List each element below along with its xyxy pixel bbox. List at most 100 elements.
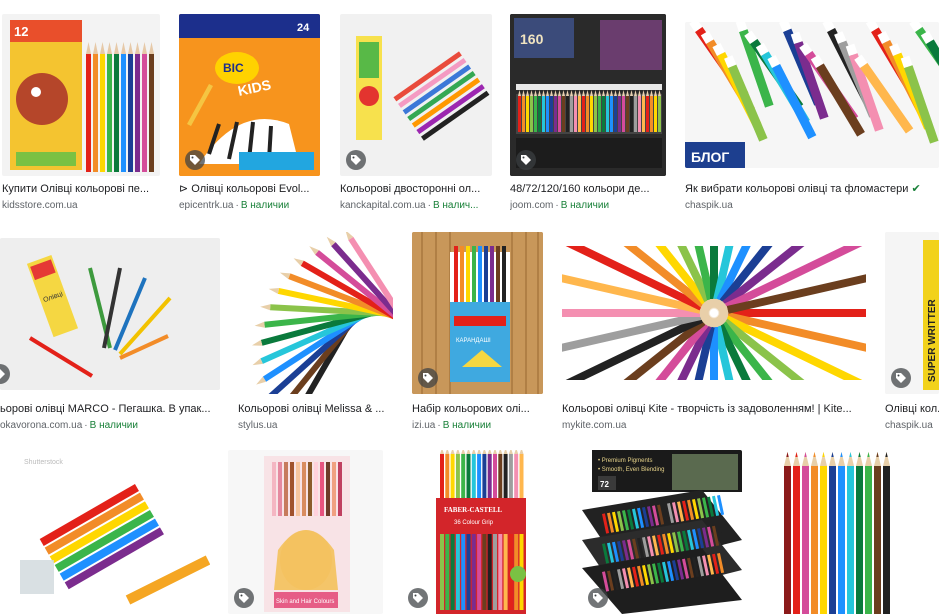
stock-status: В наличии (240, 200, 290, 211)
pencil-tin-set-image: 160 (510, 14, 666, 176)
result-thumbnail[interactable] (238, 232, 393, 394)
result-thumbnail[interactable]: 160 (510, 14, 666, 176)
result-tile[interactable]: Олівці ьорові олівці MARCO - Пегашка. В … (0, 232, 220, 432)
svg-text:SUPER WRITTER: SUPER WRITTER (927, 298, 938, 382)
shopping-tag-icon (185, 150, 205, 170)
shopping-tag-icon (418, 368, 438, 388)
result-thumbnail[interactable]: SUPER WRITTER (885, 232, 939, 394)
pencil-circle-image (562, 246, 866, 380)
result-title[interactable]: 48/72/120/160 кольори де... (510, 182, 666, 196)
source-domain: kidsstore.com.ua (2, 200, 78, 211)
svg-text:Shutterstock: Shutterstock (24, 459, 63, 466)
result-thumbnail[interactable] (562, 246, 866, 380)
result-source: izi.ua · В наличии (412, 420, 492, 431)
result-title[interactable]: Кольорові олівці Melissa & ... (238, 402, 393, 416)
result-title[interactable]: Олівці кол... (885, 402, 939, 416)
check-icon: ✔ (911, 183, 921, 195)
result-thumbnail[interactable]: Shutterstock (8, 450, 210, 614)
result-title[interactable]: ⊳ Олівці кольорові Evol... (179, 182, 320, 196)
source-domain: epicentrk.ua (179, 200, 234, 211)
source-domain: okavorona.com.ua (0, 420, 83, 431)
faber-castell-box-image: FABER-CASTELL 36 Colour Grip (436, 450, 526, 614)
result-source: joom.com · В наличии (510, 200, 610, 211)
result-tile[interactable]: Кольорові олівці Melissa & ... stylus.ua (238, 232, 393, 432)
marco-pencils-image: Олівці (0, 238, 220, 390)
result-source: kidsstore.com.ua (2, 199, 160, 212)
result-tile[interactable] (762, 450, 896, 614)
result-tile[interactable]: КАРАНДАШІ Набір кольорових олі... izi.ua… (412, 232, 543, 432)
shopping-tag-icon (891, 368, 911, 388)
result-thumbnail[interactable]: Олівці (0, 238, 220, 390)
result-tile[interactable]: 24 BIC KIDS ⊳ Олівці кольорові Evol... e… (179, 14, 320, 214)
result-title[interactable]: Кольорові двосторонні ол... (340, 182, 492, 196)
result-thumbnail[interactable]: 12 (2, 14, 160, 176)
svg-text:12: 12 (14, 24, 28, 39)
result-thumbnail[interactable]: Skin and Hair Colours (228, 450, 383, 614)
source-domain: chaspik.ua (885, 420, 933, 431)
svg-text:24: 24 (297, 22, 310, 34)
shopping-tag-icon (346, 150, 366, 170)
result-source: mykite.com.ua (562, 419, 866, 432)
result-tile[interactable]: FABER-CASTELL 36 Colour Grip (402, 450, 562, 614)
svg-text:• Smooth, Even Blending: • Smooth, Even Blending (598, 467, 664, 473)
result-source: stylus.ua (238, 419, 393, 432)
result-source: chaspik.ua (885, 419, 939, 432)
result-tile[interactable]: SUPER WRITTER Олівці кол... chaspik.ua (885, 232, 939, 432)
stock-status: В наличии (442, 420, 492, 431)
svg-text:Skin and Hair Colours: Skin and Hair Colours (276, 599, 334, 605)
result-tile[interactable]: Кольорові олівці Kite - творчість із зад… (562, 232, 866, 432)
result-title[interactable]: Купити Олівці кольорові пе... (2, 182, 160, 196)
shopping-tag-icon (234, 588, 254, 608)
result-source: okavorona.com.ua · В наличии (0, 420, 138, 431)
result-tile[interactable]: Skin and Hair Colours (228, 450, 383, 614)
result-tile[interactable]: 160 48/72/120/160 кольори де... joom.com… (510, 14, 666, 214)
result-title[interactable]: ьорові олівці MARCO - Пегашка. В упак... (0, 402, 220, 416)
svg-text:72: 72 (600, 480, 609, 489)
shopping-tag-icon (588, 588, 608, 608)
result-title[interactable]: Як вибрати кольорові олівці та фломастер… (685, 182, 939, 196)
svg-text:БЛОГ: БЛОГ (691, 149, 729, 165)
premium-tin-set-image: • Premium Pigments • Smooth, Even Blendi… (582, 450, 742, 614)
result-title-text: Як вибрати кольорові олівці та фломастер… (685, 183, 909, 195)
stock-status: В налич... (432, 200, 479, 211)
result-title[interactable]: Кольорові олівці Kite - творчість із зад… (562, 402, 866, 416)
pencil-pack-image: 12 (10, 20, 154, 172)
result-tile[interactable]: Кольорові двосторонні ол... kanckapital.… (340, 14, 492, 214)
stock-status: В наличии (560, 200, 610, 211)
source-domain: chaspik.ua (685, 200, 733, 211)
result-source: epicentrk.ua · В наличии (179, 200, 290, 211)
svg-text:36 Colour Grip: 36 Colour Grip (454, 520, 494, 526)
pencils-and-markers-image: БЛОГ (685, 22, 939, 168)
result-source: kanckapital.com.ua · В налич... (340, 200, 479, 211)
svg-text:• Premium Pigments: • Premium Pigments (598, 458, 652, 464)
result-thumbnail[interactable] (340, 14, 492, 176)
svg-text:FABER-CASTELL: FABER-CASTELL (444, 506, 503, 514)
result-source: chaspik.ua (685, 199, 939, 212)
result-thumbnail[interactable]: • Premium Pigments • Smooth, Even Blendi… (582, 450, 742, 614)
shopping-tag-icon (516, 150, 536, 170)
source-domain: izi.ua (412, 420, 436, 431)
vertical-pencils-image (784, 452, 890, 614)
result-tile[interactable]: 12 Купити Олівці кольорові пе... kidssto… (2, 14, 160, 214)
svg-text:BIC: BIC (223, 61, 244, 75)
result-tile[interactable]: БЛОГ Як вибрати кольорові олівці та флом… (685, 14, 939, 214)
result-title[interactable]: Набір кольорових олі... (412, 402, 543, 416)
stock-status: В наличии (89, 420, 138, 431)
result-thumbnail[interactable]: БЛОГ (685, 22, 939, 168)
shopping-tag-icon (408, 588, 428, 608)
super-writter-pack-image: SUPER WRITTER (885, 232, 939, 394)
source-domain: mykite.com.ua (562, 420, 627, 431)
topmodel-pencils-image: Skin and Hair Colours (264, 456, 350, 612)
melissa-fan-pencils-image (251, 232, 393, 394)
result-thumbnail[interactable]: FABER-CASTELL 36 Colour Grip (402, 450, 562, 614)
result-tile[interactable]: • Premium Pigments • Smooth, Even Blendi… (582, 450, 742, 614)
svg-text:КАРАНДАШІ: КАРАНДАШІ (456, 338, 491, 344)
result-thumbnail[interactable]: КАРАНДАШІ (412, 232, 543, 394)
svg-text:160: 160 (520, 31, 544, 47)
result-thumbnail[interactable]: 24 BIC KIDS (179, 14, 320, 176)
source-domain: joom.com (510, 200, 554, 211)
result-tile[interactable]: Shutterstock (8, 450, 210, 614)
result-thumbnail[interactable] (762, 450, 896, 614)
source-domain: stylus.ua (238, 420, 278, 431)
source-domain: kanckapital.com.ua (340, 200, 426, 211)
